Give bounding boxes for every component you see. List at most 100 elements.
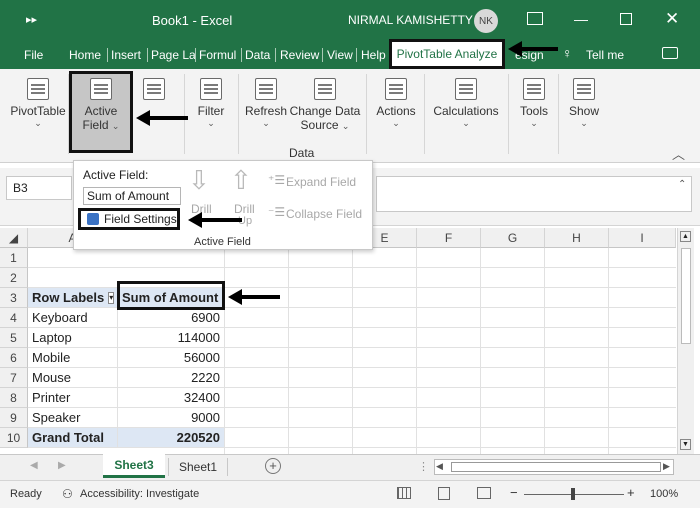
- tab-view[interactable]: View: [327, 48, 353, 62]
- active-field-input[interactable]: Sum of Amount: [83, 187, 181, 205]
- user-name[interactable]: NIRMAL KAMISHETTY: [348, 13, 473, 27]
- scroll-left-icon[interactable]: ◀: [436, 461, 443, 472]
- row-label-cell[interactable]: Laptop: [28, 328, 118, 348]
- tab-formulas[interactable]: Formul: [199, 48, 236, 62]
- tab-page-layout[interactable]: Page La: [151, 48, 196, 62]
- row-header[interactable]: 5: [0, 328, 28, 348]
- column-header[interactable]: I: [609, 228, 676, 248]
- refresh-icon: [255, 78, 277, 100]
- calculations-button[interactable]: Calculations ⌄: [430, 78, 502, 129]
- group-icon: [143, 78, 165, 100]
- row-label-cell[interactable]: Printer: [28, 388, 118, 408]
- close-icon[interactable]: ✕: [665, 9, 679, 29]
- active-field-title: Active Field:: [83, 168, 149, 182]
- page-break-view-icon[interactable]: [477, 487, 491, 499]
- zoom-out-button[interactable]: −: [510, 485, 518, 500]
- value-cell[interactable]: 9000: [118, 408, 225, 428]
- minimize-icon[interactable]: —: [574, 11, 588, 27]
- actions-button[interactable]: Actions ⌄: [372, 78, 420, 129]
- sheet-tab[interactable]: Sheet1: [168, 458, 228, 476]
- tell-me-search[interactable]: Tell me: [586, 48, 624, 62]
- grand-total-label[interactable]: Grand Total: [28, 428, 118, 448]
- sheet-tab-active[interactable]: Sheet3: [103, 454, 165, 478]
- tab-file[interactable]: File: [24, 48, 43, 62]
- annotation-arrow: [508, 41, 558, 57]
- pivottable-button[interactable]: PivotTable ⌄: [10, 78, 66, 129]
- name-box[interactable]: B3: [6, 176, 72, 200]
- spreadsheet-grid[interactable]: ◢ A B C D E F G H I 1 2 3 4 5 6 7 8 9 10…: [0, 228, 676, 454]
- collapse-ribbon-icon[interactable]: ︿: [672, 144, 685, 163]
- scroll-right-icon[interactable]: ▶: [663, 461, 670, 472]
- row-label-cell[interactable]: Mouse: [28, 368, 118, 388]
- select-all-corner[interactable]: ◢: [0, 228, 28, 248]
- formula-input[interactable]: [376, 176, 692, 212]
- annotation-arrow: [228, 289, 280, 305]
- row-header[interactable]: 10: [0, 428, 28, 448]
- grand-total-value[interactable]: 220520: [118, 428, 225, 448]
- vertical-scrollbar[interactable]: ▲ ▼: [677, 228, 694, 454]
- refresh-button[interactable]: Refresh ⌄: [244, 78, 288, 129]
- value-cell[interactable]: 2220: [118, 368, 225, 388]
- row-header[interactable]: 2: [0, 268, 28, 288]
- filter-dropdown-icon[interactable]: ▾: [108, 291, 115, 304]
- zoom-level[interactable]: 100%: [650, 488, 678, 500]
- row-label-cell[interactable]: Keyboard: [28, 308, 118, 328]
- value-cell[interactable]: 6900: [118, 308, 225, 328]
- show-button[interactable]: Show ⌄: [564, 78, 604, 129]
- horizontal-scrollbar[interactable]: ◀ ▶: [434, 459, 674, 475]
- row-header[interactable]: 6: [0, 348, 28, 368]
- active-field-dropdown: Active Field: Sum of Amount Field Settin…: [73, 160, 373, 250]
- maximize-icon[interactable]: [620, 13, 632, 25]
- zoom-slider-thumb[interactable]: [571, 488, 575, 500]
- column-header[interactable]: H: [545, 228, 609, 248]
- expand-field-button: Expand Field: [286, 175, 357, 189]
- quick-access-toolbar[interactable]: ▸▸: [26, 13, 37, 26]
- split-handle-icon[interactable]: ⋮: [418, 460, 429, 473]
- tools-icon: [523, 78, 545, 100]
- comments-icon[interactable]: [662, 47, 678, 59]
- value-cell[interactable]: 114000: [118, 328, 225, 348]
- accessibility-status[interactable]: Accessibility: Investigate: [80, 488, 199, 500]
- prev-sheet-icon[interactable]: ◀: [30, 460, 38, 471]
- tab-home[interactable]: Home: [69, 48, 101, 62]
- tools-button[interactable]: Tools ⌄: [514, 78, 554, 129]
- tab-pivottable-analyze[interactable]: PivotTable Analyze: [389, 39, 505, 69]
- add-sheet-icon[interactable]: +: [265, 458, 281, 474]
- normal-view-icon[interactable]: [397, 487, 411, 499]
- ribbon-display-icon[interactable]: [527, 12, 543, 25]
- column-header[interactable]: F: [417, 228, 481, 248]
- value-cell[interactable]: 56000: [118, 348, 225, 368]
- row-label-cell[interactable]: Speaker: [28, 408, 118, 428]
- sheet-tabs-bar: ◀ ▶ Sheet3 Sheet1 + ⋮ ◀ ▶: [0, 454, 700, 480]
- tab-data[interactable]: Data: [245, 48, 270, 62]
- scroll-up-icon[interactable]: ▲: [680, 231, 691, 242]
- horizontal-scroll-thumb[interactable]: [451, 462, 661, 472]
- row-header[interactable]: 9: [0, 408, 28, 428]
- scroll-thumb[interactable]: [681, 248, 691, 344]
- tab-review[interactable]: Review: [280, 48, 319, 62]
- zoom-in-button[interactable]: +: [627, 485, 635, 500]
- value-cell[interactable]: 32400: [118, 388, 225, 408]
- drill-up-icon: ⇧: [230, 165, 252, 195]
- column-header[interactable]: G: [481, 228, 545, 248]
- row-header[interactable]: 8: [0, 388, 28, 408]
- drill-down-icon: ⇩: [188, 165, 210, 195]
- row-label-cell[interactable]: Mobile: [28, 348, 118, 368]
- scroll-down-icon[interactable]: ▼: [680, 439, 691, 450]
- row-header[interactable]: 3: [0, 288, 28, 308]
- expand-formula-bar-icon[interactable]: ⌃: [678, 179, 686, 190]
- row-header[interactable]: 1: [0, 248, 28, 268]
- group-button[interactable]: [137, 78, 171, 104]
- change-data-source-button[interactable]: Change Data Source ⌄: [288, 78, 362, 132]
- filter-button[interactable]: Filter ⌄: [190, 78, 232, 129]
- field-settings-button[interactable]: Field Settings: [78, 208, 180, 230]
- tab-insert[interactable]: Insert: [111, 48, 141, 62]
- page-layout-view-icon[interactable]: [438, 487, 450, 500]
- avatar[interactable]: NK: [474, 9, 498, 33]
- pivot-row-labels-header[interactable]: Row Labels ▾: [28, 288, 118, 308]
- chevron-down-icon: ⌄: [580, 118, 588, 128]
- row-header[interactable]: 4: [0, 308, 28, 328]
- next-sheet-icon[interactable]: ▶: [58, 460, 66, 471]
- row-header[interactable]: 7: [0, 368, 28, 388]
- tab-help[interactable]: Help: [361, 48, 386, 62]
